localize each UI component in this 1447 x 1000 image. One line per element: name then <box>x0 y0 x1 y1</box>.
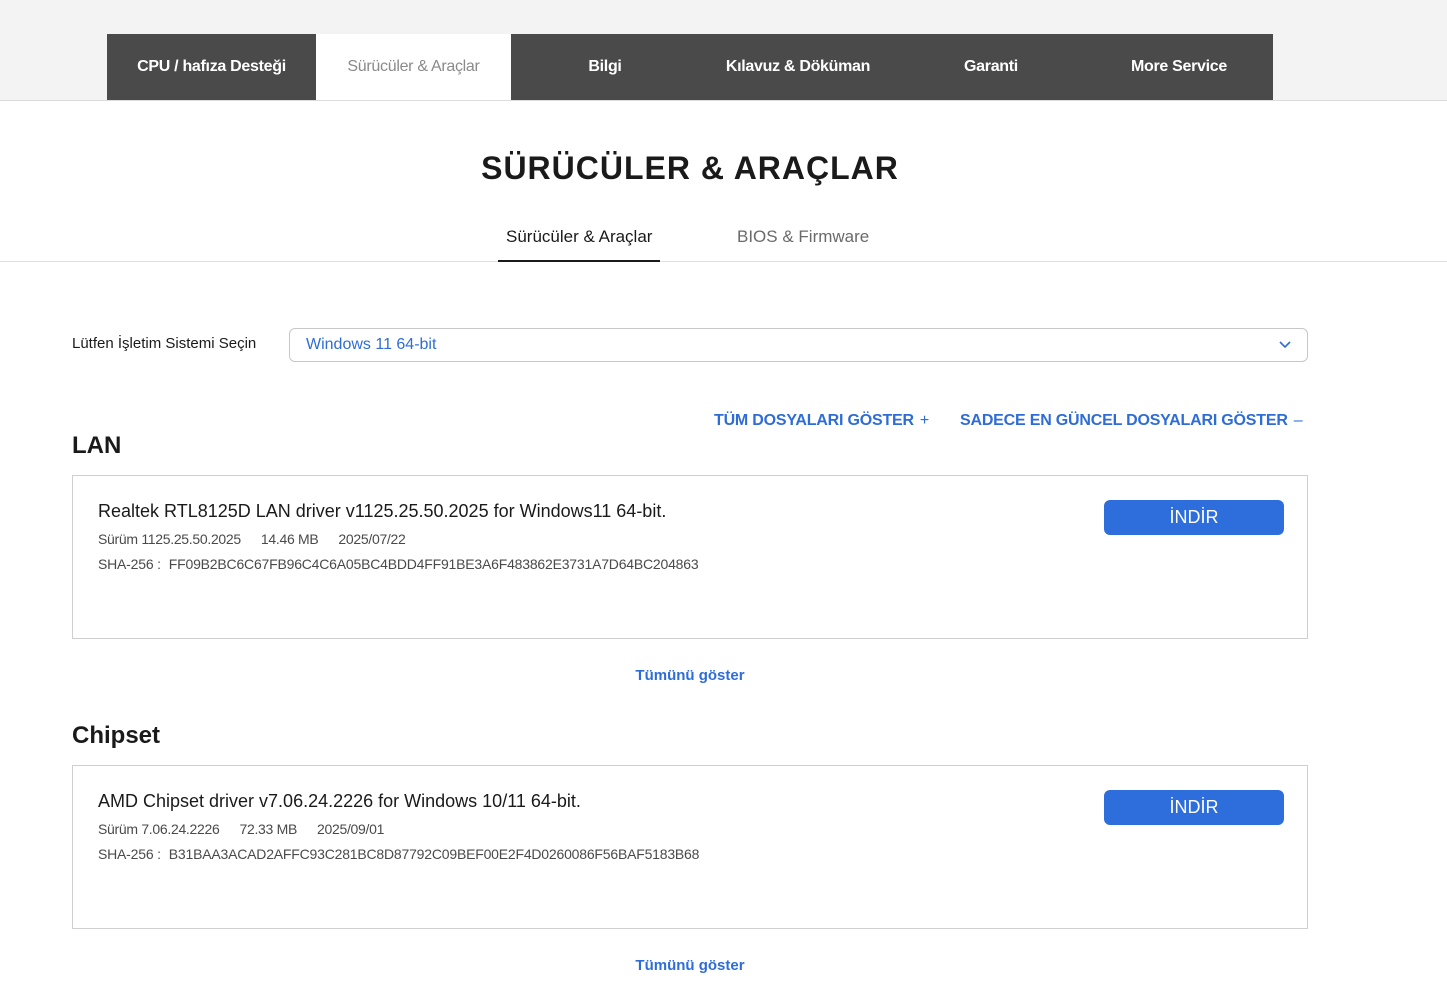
driver-meta: Sürüm 1125.25.50.2025 14.46 MB 2025/07/2… <box>98 531 406 547</box>
os-select-value: Windows 11 64-bit <box>306 336 437 353</box>
tab-drivers-tools[interactable]: Sürücüler & Araçlar <box>316 34 511 100</box>
driver-card-chipset: AMD Chipset driver v7.06.24.2226 for Win… <box>72 765 1308 929</box>
subtab-bios-firmware[interactable]: BIOS & Firmware <box>729 218 877 262</box>
tab-more-service[interactable]: More Service <box>1085 34 1273 100</box>
show-latest-files-label: SADECE EN GÜNCEL DOSYALARI GÖSTER <box>960 412 1288 429</box>
tab-warranty[interactable]: Garanti <box>897 34 1085 100</box>
minus-icon: – <box>1293 412 1303 429</box>
sha-label: SHA-256 : <box>98 556 161 572</box>
driver-version: Sürüm 1125.25.50.2025 <box>98 531 241 547</box>
page-title: SÜRÜCÜLER & ARAÇLAR <box>481 150 899 186</box>
driver-date: 2025/07/22 <box>338 531 406 547</box>
sha-label: SHA-256 : <box>98 846 161 862</box>
driver-sha: SHA-256 : B31BAA3ACAD2AFFC93C281BC8D87792… <box>98 846 699 862</box>
driver-name: AMD Chipset driver v7.06.24.2226 for Win… <box>98 791 581 811</box>
chevron-down-icon <box>1279 341 1291 349</box>
driver-date: 2025/09/01 <box>317 821 385 837</box>
driver-sha: SHA-256 : FF09B2BC6C67FB96C4C6A05BC4BDD4F… <box>98 556 699 572</box>
show-all-lan-link[interactable]: Tümünü göster <box>0 667 1380 684</box>
driver-size: 14.46 MB <box>260 531 319 547</box>
support-tabbar: CPU / hafıza Desteği Sürücüler & Araçlar… <box>107 34 1273 100</box>
tab-manual-documents[interactable]: Kılavuz & Döküman <box>699 34 897 100</box>
os-select-dropdown[interactable]: Windows 11 64-bit <box>289 328 1308 362</box>
show-all-chipset-link[interactable]: Tümünü göster <box>0 957 1380 974</box>
subtab-drivers-tools[interactable]: Sürücüler & Araçlar <box>498 218 661 262</box>
os-select-label: Lütfen İşletim Sistemi Seçin <box>72 335 257 352</box>
driver-meta: Sürüm 7.06.24.2226 72.33 MB 2025/09/01 <box>98 821 384 837</box>
driver-card-lan: Realtek RTL8125D LAN driver v1125.25.50.… <box>72 475 1308 639</box>
plus-icon: + <box>919 412 930 429</box>
show-latest-files-link[interactable]: SADECE EN GÜNCEL DOSYALARI GÖSTER – <box>960 412 1303 430</box>
tab-info[interactable]: Bilgi <box>511 34 699 100</box>
show-all-files-link[interactable]: TÜM DOSYALARI GÖSTER + <box>714 412 929 430</box>
sha-value: FF09B2BC6C67FB96C4C6A05BC4BDD4FF91BE3A6F… <box>168 556 699 572</box>
download-button[interactable]: İNDİR <box>1104 790 1284 825</box>
download-button[interactable]: İNDİR <box>1104 500 1284 535</box>
sha-value: B31BAA3ACAD2AFFC93C281BC8D87792C09BEF00E… <box>168 846 700 862</box>
show-all-files-label: TÜM DOSYALARI GÖSTER <box>714 412 914 429</box>
section-title-chipset: Chipset <box>72 722 161 749</box>
subtab-bar: Sürücüler & Araçlar BIOS & Firmware <box>0 218 1447 262</box>
tab-cpu-memory-support[interactable]: CPU / hafıza Desteği <box>107 34 316 100</box>
driver-size: 72.33 MB <box>239 821 297 837</box>
section-title-lan: LAN <box>72 432 122 459</box>
driver-version: Sürüm 7.06.24.2226 <box>98 821 220 837</box>
driver-name: Realtek RTL8125D LAN driver v1125.25.50.… <box>98 501 667 521</box>
